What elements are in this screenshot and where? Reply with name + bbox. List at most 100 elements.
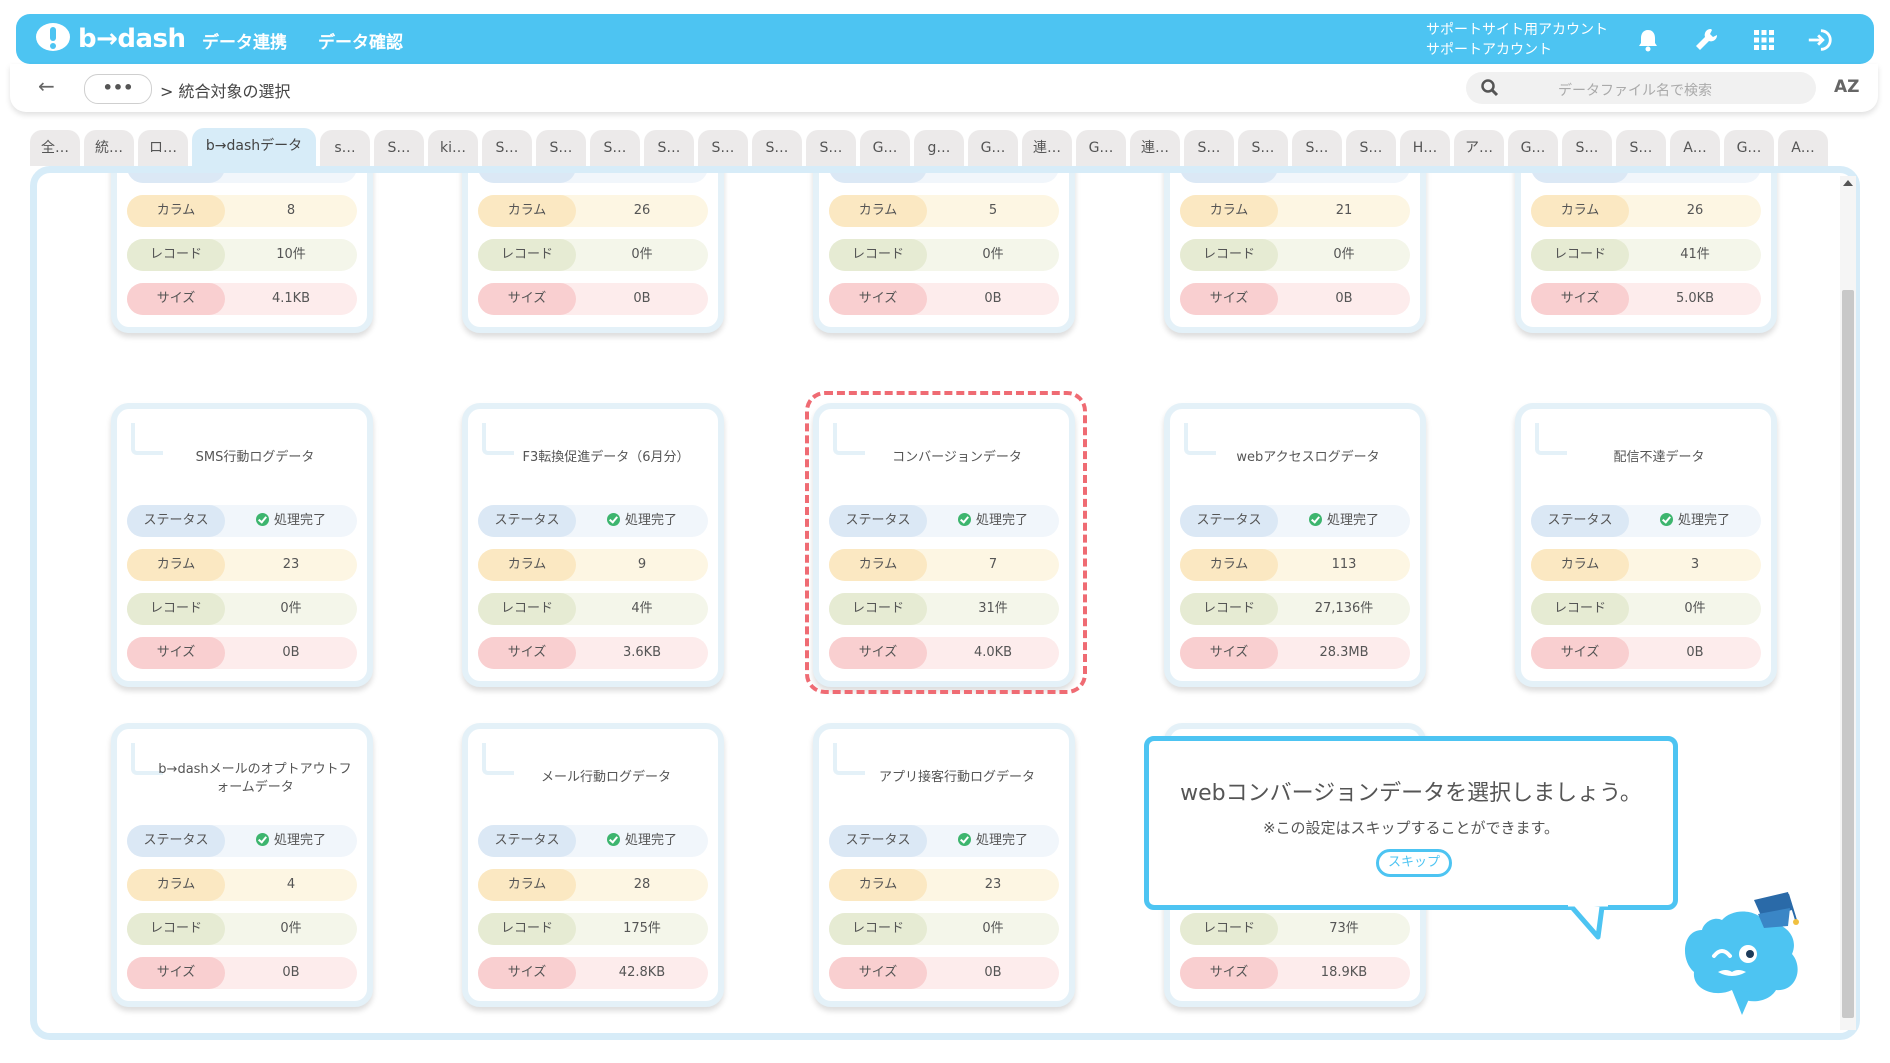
skip-button[interactable]: スキップ (1376, 849, 1452, 877)
column-label: カラム (829, 195, 927, 227)
tab[interactable]: G… (1076, 130, 1126, 166)
column-label: カラム (127, 869, 225, 901)
tab[interactable]: S… (1346, 130, 1396, 166)
column-row: カラム 26 (1531, 195, 1761, 227)
data-file-card-optout[interactable]: b→dashメールのオプトアウトフォームデータ ステータス 処理完了 カラム 4 レ… (111, 723, 373, 1007)
scrollbar-thumb[interactable] (1842, 290, 1854, 1018)
column-label: カラム (127, 195, 225, 227)
data-file-card-web-access-log[interactable]: webアクセスログデータ ステータス 処理完了 カラム 113 レコード 27,136… (1164, 403, 1426, 687)
tab[interactable]: S… (644, 130, 694, 166)
sort-az-button[interactable]: AZ (1834, 77, 1859, 97)
search-field[interactable]: データファイル名で検索 (1466, 72, 1816, 104)
tab[interactable]: S… (698, 130, 748, 166)
tab[interactable]: G… (968, 130, 1018, 166)
data-file-card-mail-log[interactable]: メール行動ログデータ ステータス 処理完了 カラム 28 レコード 175件 サイズ 4… (462, 723, 724, 1007)
tab[interactable]: 統… (84, 130, 134, 166)
tab[interactable]: ア… (1454, 130, 1504, 166)
size-label: サイズ (1531, 637, 1629, 669)
size-label: サイズ (1180, 637, 1278, 669)
logout-icon[interactable] (1806, 26, 1834, 54)
status-label: ステータス (1180, 505, 1278, 537)
tab[interactable]: A… (1670, 130, 1720, 166)
data-file-card[interactable]: ステータス 処理完了 カラム 5 レコード 0件 サイズ 0B (813, 173, 1075, 333)
column-value: 4 (286, 877, 296, 892)
status-row: ステータス 処理完了 (478, 173, 708, 183)
record-value: 0件 (982, 247, 1004, 262)
tab-active[interactable]: b→dashデータ (192, 128, 316, 168)
tab[interactable]: 連… (1130, 130, 1180, 166)
tab[interactable]: S… (482, 130, 532, 166)
breadcrumb-ellipsis-button[interactable]: ••• (84, 74, 152, 104)
bell-icon[interactable] (1634, 26, 1662, 54)
grid-menu-icon[interactable] (1750, 26, 1778, 54)
status-value: 処理完了 (624, 833, 677, 848)
tab[interactable]: S… (1562, 130, 1612, 166)
record-row: レコード 0件 (478, 239, 708, 271)
record-row: レコード 73件 (1180, 913, 1410, 945)
status-row: ステータス 処理完了 (127, 173, 357, 183)
tab[interactable]: H… (1400, 130, 1450, 166)
column-label: カラム (1531, 549, 1629, 581)
record-row: レコード 27,136件 (1180, 593, 1410, 625)
nav-data-integration[interactable]: データ連携 (202, 28, 287, 53)
scrollbar[interactable] (1840, 176, 1856, 1030)
record-row: レコード 41件 (1531, 239, 1761, 271)
tab[interactable]: S… (752, 130, 802, 166)
tab[interactable]: S… (1292, 130, 1342, 166)
data-file-card-f3[interactable]: F3転換促進データ（6月分） ステータス 処理完了 カラム 9 レコード 4件 サイズ… (462, 403, 724, 687)
size-row: サイズ 42.8KB (478, 957, 708, 989)
column-label: カラム (478, 195, 576, 227)
status-value: 処理完了 (1326, 513, 1379, 528)
record-value: 41件 (1680, 247, 1710, 262)
tab[interactable]: G… (860, 130, 910, 166)
size-value: 28.3MB (1319, 645, 1369, 660)
tab[interactable]: A… (1778, 130, 1828, 166)
column-row: カラム 5 (829, 195, 1059, 227)
status-label: ステータス (127, 825, 225, 857)
card-title: b→dashメールのオプトアウトフォームデータ (158, 762, 352, 795)
column-value: 28 (633, 877, 651, 892)
tab[interactable]: ロ… (138, 130, 188, 166)
tab[interactable]: S… (590, 130, 640, 166)
top-bar: b→dash データ連携 データ確認 サポートサイト用アカウント サポートアカウ… (16, 14, 1874, 64)
status-label: ステータス (478, 173, 576, 183)
tab[interactable]: S… (1616, 130, 1666, 166)
tab[interactable]: G… (1724, 130, 1774, 166)
tab[interactable]: S… (374, 130, 424, 166)
data-file-card[interactable]: ステータス 処理完了 カラム 26 レコード 0件 サイズ 0B (462, 173, 724, 333)
tab[interactable]: 全… (30, 130, 80, 166)
tab[interactable]: S… (806, 130, 856, 166)
scroll-up-arrow-icon[interactable] (1843, 180, 1853, 186)
tab[interactable]: S… (1184, 130, 1234, 166)
record-label: レコード (127, 913, 225, 945)
account-info[interactable]: サポートサイト用アカウント サポートアカウント (1426, 20, 1608, 60)
logo[interactable]: b→dash (36, 20, 186, 58)
status-row: ステータス 処理完了 (829, 825, 1059, 857)
status-row: ステータス 処理完了 (478, 825, 708, 857)
tab[interactable]: s… (320, 130, 370, 166)
tab[interactable]: G… (1508, 130, 1558, 166)
data-file-card-undelivered[interactable]: 配信不達データ ステータス 処理完了 カラム 3 レコード 0件 サイズ 0B (1515, 403, 1777, 687)
size-value: 42.8KB (618, 965, 666, 980)
data-file-card[interactable]: ステータス 処理完了 カラム 21 レコード 0件 サイズ 0B (1164, 166, 1426, 333)
nav-data-check[interactable]: データ確認 (318, 28, 403, 53)
tab[interactable]: S… (536, 130, 586, 166)
logo-text: b→dash (78, 24, 186, 54)
tab[interactable]: S… (1238, 130, 1288, 166)
check-icon (1309, 166, 1322, 172)
data-file-card[interactable]: ステータス 処理完了 カラム 26 レコード 41件 サイズ 5.0KB (1515, 173, 1777, 333)
record-value: 175件 (623, 921, 661, 936)
guide-callout: webコンバージョンデータを選択しましょう。 ※この設定はスキップすることができ… (1144, 736, 1678, 910)
search-placeholder: データファイル名で検索 (1558, 83, 1712, 99)
record-label: レコード (478, 593, 576, 625)
record-row: レコード 0件 (127, 593, 357, 625)
tab[interactable]: g… (914, 130, 964, 166)
data-file-card[interactable]: ステータス 処理完了 カラム 8 レコード 10件 サイズ 4.1KB (111, 173, 373, 333)
back-arrow-icon[interactable]: ← (38, 74, 55, 98)
size-row: サイズ 3.6KB (478, 637, 708, 669)
tab[interactable]: 連… (1022, 130, 1072, 166)
tab[interactable]: ki… (428, 130, 478, 166)
wrench-icon[interactable] (1692, 26, 1720, 54)
data-file-card-sms-log[interactable]: SMS行動ログデータ ステータス 処理完了 カラム 23 レコード 0件 サイズ 0B (111, 403, 373, 687)
data-file-card-app-log[interactable]: アプリ接客行動ログデータ ステータス 処理完了 カラム 23 レコード 0件 サイズ 0… (813, 723, 1075, 1007)
